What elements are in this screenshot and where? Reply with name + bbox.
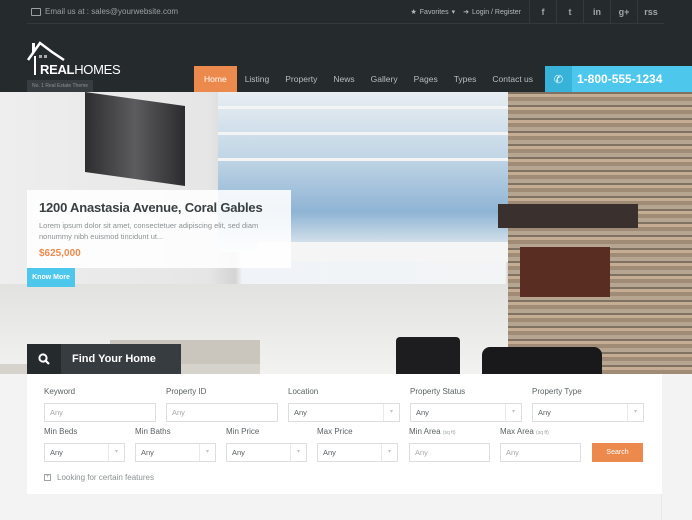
site-header: Email us at : sales@yourwebsite.com ★ Fa… (0, 0, 692, 92)
window-frame (218, 158, 508, 161)
facebook-icon[interactable]: f (529, 0, 556, 24)
location-select[interactable]: Any ▾ (288, 403, 400, 422)
nav-gallery[interactable]: Gallery (363, 66, 406, 92)
keyword-input[interactable]: Any (44, 403, 156, 422)
slide-price: $625,000 (39, 248, 81, 259)
chevron-down-icon: ▾ (381, 444, 397, 461)
hero-image-artwork (85, 92, 185, 187)
slide-caption: 1200 Anastasia Avenue, Coral Gables Lore… (27, 190, 291, 268)
chevron-down-icon: ▾ (505, 404, 521, 421)
search-icon (27, 344, 61, 374)
nav-types[interactable]: Types (446, 66, 485, 92)
chevron-down-icon: ▾ (451, 9, 456, 16)
min-baths-value: Any (141, 448, 154, 457)
rss-icon[interactable]: rss (637, 0, 664, 24)
min-beds-label: Min Beds (44, 427, 78, 436)
property-type-value: Any (538, 408, 551, 417)
phone-box[interactable]: ✆ 1-800-555-1234 (545, 66, 692, 92)
envelope-icon (31, 7, 41, 16)
max-price-label: Max Price (317, 427, 353, 436)
min-beds-select[interactable]: Any ▾ (44, 443, 125, 462)
features-toggle-label: Looking for certain features (57, 473, 154, 482)
max-area-input[interactable]: Any (500, 443, 581, 462)
min-price-select[interactable]: Any ▾ (226, 443, 307, 462)
property-type-label: Property Type (532, 387, 582, 396)
hero-image-fireplace (520, 247, 610, 297)
contact-email[interactable]: Email us at : sales@yourwebsite.com (31, 7, 178, 16)
search-button[interactable]: Search (592, 443, 643, 462)
min-baths-label: Min Baths (135, 427, 171, 436)
property-type-select[interactable]: Any ▾ (532, 403, 644, 422)
star-icon: ★ (410, 9, 417, 16)
page-background (662, 374, 692, 520)
window-frame (218, 132, 508, 135)
google-plus-icon[interactable]: g+ (610, 0, 637, 24)
page-content-area (27, 494, 662, 520)
favorites-link[interactable]: ★ Favorites ▾ (410, 8, 456, 17)
brand-tagline: No. 1 Real Estate Theme (27, 80, 94, 92)
chevron-down-icon: ▾ (290, 444, 306, 461)
nav-home[interactable]: Home (194, 66, 237, 92)
nav-property[interactable]: Property (277, 66, 325, 92)
hero-image-mantel (498, 204, 638, 228)
location-label: Location (288, 387, 319, 396)
features-toggle[interactable]: + Looking for certain features (44, 473, 154, 482)
chevron-down-icon: ▾ (199, 444, 215, 461)
min-baths-select[interactable]: Any ▾ (135, 443, 216, 462)
property-id-input[interactable]: Any (166, 403, 278, 422)
nav-pages[interactable]: Pages (406, 66, 446, 92)
property-status-value: Any (416, 408, 429, 417)
property-status-label: Property Status (410, 387, 466, 396)
property-id-label: Property ID (166, 387, 207, 396)
chevron-down-icon: ▾ (627, 404, 643, 421)
min-beds-value: Any (50, 448, 63, 457)
hero-image-stone-wall (508, 92, 692, 374)
phone-number: 1-800-555-1234 (577, 72, 663, 86)
sign-in-icon: ➜ (463, 9, 469, 16)
chevron-down-icon: ▾ (108, 444, 124, 461)
min-area-input[interactable]: Any (409, 443, 490, 462)
min-area-label: Min Area (sq ft) (409, 427, 456, 436)
nav-contact[interactable]: Contact us (484, 66, 541, 92)
login-label: Login / Register (471, 8, 521, 16)
window-frame (218, 106, 508, 109)
max-price-value: Any (323, 448, 336, 457)
max-area-label: Max Area (sq ft) (500, 427, 549, 436)
keyword-label: Keyword (44, 387, 76, 396)
hero-image-wall (258, 242, 508, 262)
twitter-icon[interactable]: t (556, 0, 583, 24)
know-more-button[interactable]: Know More (27, 268, 75, 287)
nav-listing[interactable]: Listing (237, 66, 278, 92)
email-text: Email us at : sales@yourwebsite.com (45, 7, 179, 16)
min-price-label: Min Price (226, 427, 260, 436)
hero-image-chair (482, 347, 602, 374)
linkedin-icon[interactable]: in (583, 0, 610, 24)
hero-image-chair (396, 337, 460, 374)
slide-description: Lorem ipsum dolor sit amet, consectetuer… (39, 221, 259, 241)
find-home-heading: Find Your Home (27, 344, 181, 374)
min-price-value: Any (232, 448, 245, 457)
find-home-title: Find Your Home (61, 344, 181, 374)
slide-title[interactable]: 1200 Anastasia Avenue, Coral Gables (39, 200, 279, 215)
chevron-down-icon: ▾ (383, 404, 399, 421)
main-nav: Home Listing Property News Gallery Pages… (194, 66, 541, 92)
phone-icon: ✆ (545, 66, 572, 92)
favorites-label: Favorites (419, 8, 449, 16)
property-status-select[interactable]: Any ▾ (410, 403, 522, 422)
login-register-link[interactable]: ➜ Login / Register (463, 8, 521, 17)
brand-name: REALHOMES (40, 62, 121, 77)
max-price-select[interactable]: Any ▾ (317, 443, 398, 462)
plus-square-icon: + (44, 474, 51, 481)
top-bar: Email us at : sales@yourwebsite.com ★ Fa… (27, 0, 664, 24)
nav-news[interactable]: News (325, 66, 362, 92)
location-value: Any (294, 408, 307, 417)
